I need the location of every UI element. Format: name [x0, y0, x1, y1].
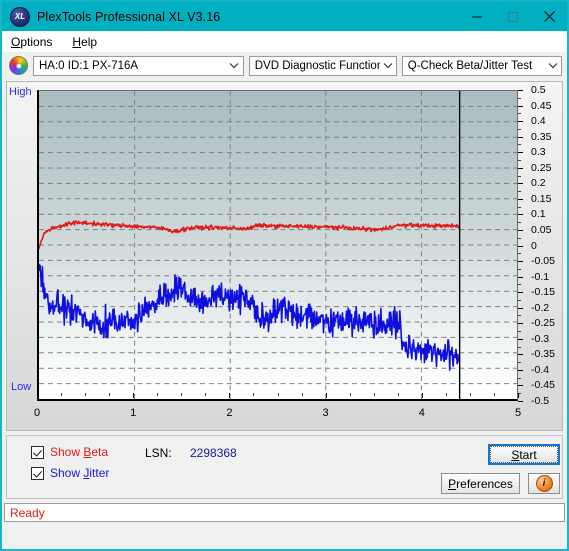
- plextools-window: XL PlexTools Professional XL V3.16 Optio…: [0, 0, 569, 551]
- preferences-button[interactable]: Preferences: [441, 473, 520, 494]
- x-tick-label: 1: [130, 407, 137, 419]
- show-jitter-checkbox[interactable]: Show Jitter: [31, 466, 109, 480]
- lsn-label: LSN:: [145, 446, 172, 460]
- info-button[interactable]: i: [528, 473, 560, 494]
- axis-high-label: High: [9, 86, 32, 98]
- checkbox-checked-icon: [31, 466, 44, 480]
- info-icon: i: [535, 475, 553, 492]
- show-beta-label: Show Beta: [50, 445, 109, 459]
- y-tick-label: 0: [531, 239, 537, 252]
- axis-low-label: Low: [11, 381, 32, 393]
- beta-jitter-plot[interactable]: [37, 90, 518, 401]
- y-tick-label: 0.45: [531, 99, 552, 112]
- y-tick-label: 0.05: [531, 223, 552, 236]
- x-tick-label: 3: [322, 407, 329, 419]
- x-axis-ticks: [37, 393, 519, 400]
- start-button-label: Start: [490, 446, 558, 463]
- y-tick-label: 0.35: [531, 130, 552, 143]
- function-selector-value: DVD Diagnostic Functions: [254, 59, 380, 72]
- preferences-button-label: Preferences: [448, 476, 513, 491]
- x-tick-label: 0: [33, 407, 41, 419]
- chevron-down-icon: [544, 57, 561, 75]
- menu-bar: Options Help: [2, 31, 567, 52]
- window-controls: [459, 2, 567, 31]
- y-tick-label: -0.45: [531, 379, 555, 392]
- drive-selector-value: HA:0 ID:1 PX-716A: [39, 59, 139, 72]
- title-bar: XL PlexTools Professional XL V3.16: [2, 2, 567, 31]
- menu-item-options[interactable]: Options: [9, 34, 54, 50]
- x-tick-label: 4: [418, 407, 425, 419]
- y-tick-label: -0.25: [531, 317, 555, 330]
- y-tick-label: 0.4: [531, 115, 546, 128]
- lsn-value: 2298368: [190, 446, 237, 460]
- function-selector[interactable]: DVD Diagnostic Functions: [248, 55, 397, 76]
- status-bar: Ready: [4, 503, 565, 522]
- test-selector-value: Q-Check Beta/Jitter Test: [407, 59, 533, 72]
- y-tick-label: -0.3: [531, 332, 550, 345]
- start-button[interactable]: Start: [488, 444, 560, 465]
- disc-icon: [9, 56, 28, 75]
- chart-svg: [39, 91, 517, 399]
- y-axis-labels: 0.5 0.45 0.4 0.35 0.3 0.25 0.2 0.15 0.1 0.05 0 -0.0…: [523, 84, 563, 407]
- x-tick-label: 5: [514, 407, 522, 419]
- chevron-down-icon: [380, 57, 396, 75]
- plot-wrapper: 0.5 0.45 0.4 0.35 0.3 0.25 0.2 0.15 0.1 0.05 0 -0.0…: [37, 84, 555, 407]
- x-tick-label: 2: [226, 407, 233, 419]
- checkbox-checked-icon: [31, 445, 44, 459]
- show-jitter-label: Show Jitter: [50, 466, 110, 480]
- y-tick-label: -0.5: [531, 395, 550, 407]
- toolbar: HA:0 ID:1 PX-716A DVD Diagnostic Functio…: [2, 52, 567, 79]
- y-tick-label: 0.3: [531, 146, 546, 159]
- graph-panel: High Low 0.5 0.45 0.4 0.35 0.3 0.25 0.2 0.15 0.1…: [6, 81, 563, 431]
- menu-item-help[interactable]: Help: [70, 34, 99, 50]
- plextools-logo-icon: XL: [10, 6, 30, 27]
- maximize-icon[interactable]: [495, 2, 531, 31]
- y-tick-label: 0.1: [531, 208, 546, 221]
- y-tick-label: -0.4: [531, 363, 550, 376]
- status-text: Ready: [10, 505, 45, 520]
- chevron-down-icon: [226, 57, 243, 75]
- y-tick-label: -0.35: [531, 348, 555, 361]
- close-icon[interactable]: [531, 2, 567, 31]
- y-tick-label: 0.25: [531, 161, 552, 174]
- drive-selector[interactable]: HA:0 ID:1 PX-716A: [33, 55, 244, 76]
- y-tick-label: -0.2: [531, 301, 550, 314]
- y-tick-label: -0.05: [531, 255, 555, 268]
- y-tick-label: 0.5: [531, 84, 546, 96]
- controls-panel: Show Beta Show Jitter LSN: 2298368 Start…: [6, 435, 563, 499]
- y-tick-label: -0.1: [531, 270, 550, 283]
- minimize-icon[interactable]: [459, 2, 495, 31]
- show-beta-checkbox[interactable]: Show Beta: [31, 445, 108, 459]
- test-selector[interactable]: Q-Check Beta/Jitter Test: [401, 55, 562, 76]
- y-tick-label: 0.15: [531, 192, 552, 205]
- window-title: PlexTools Professional XL V3.16: [37, 9, 221, 24]
- x-axis-labels: 0 1 2 3 4 5: [33, 407, 522, 423]
- y-tick-label: 0.2: [531, 177, 546, 190]
- y-tick-label: -0.15: [531, 286, 555, 299]
